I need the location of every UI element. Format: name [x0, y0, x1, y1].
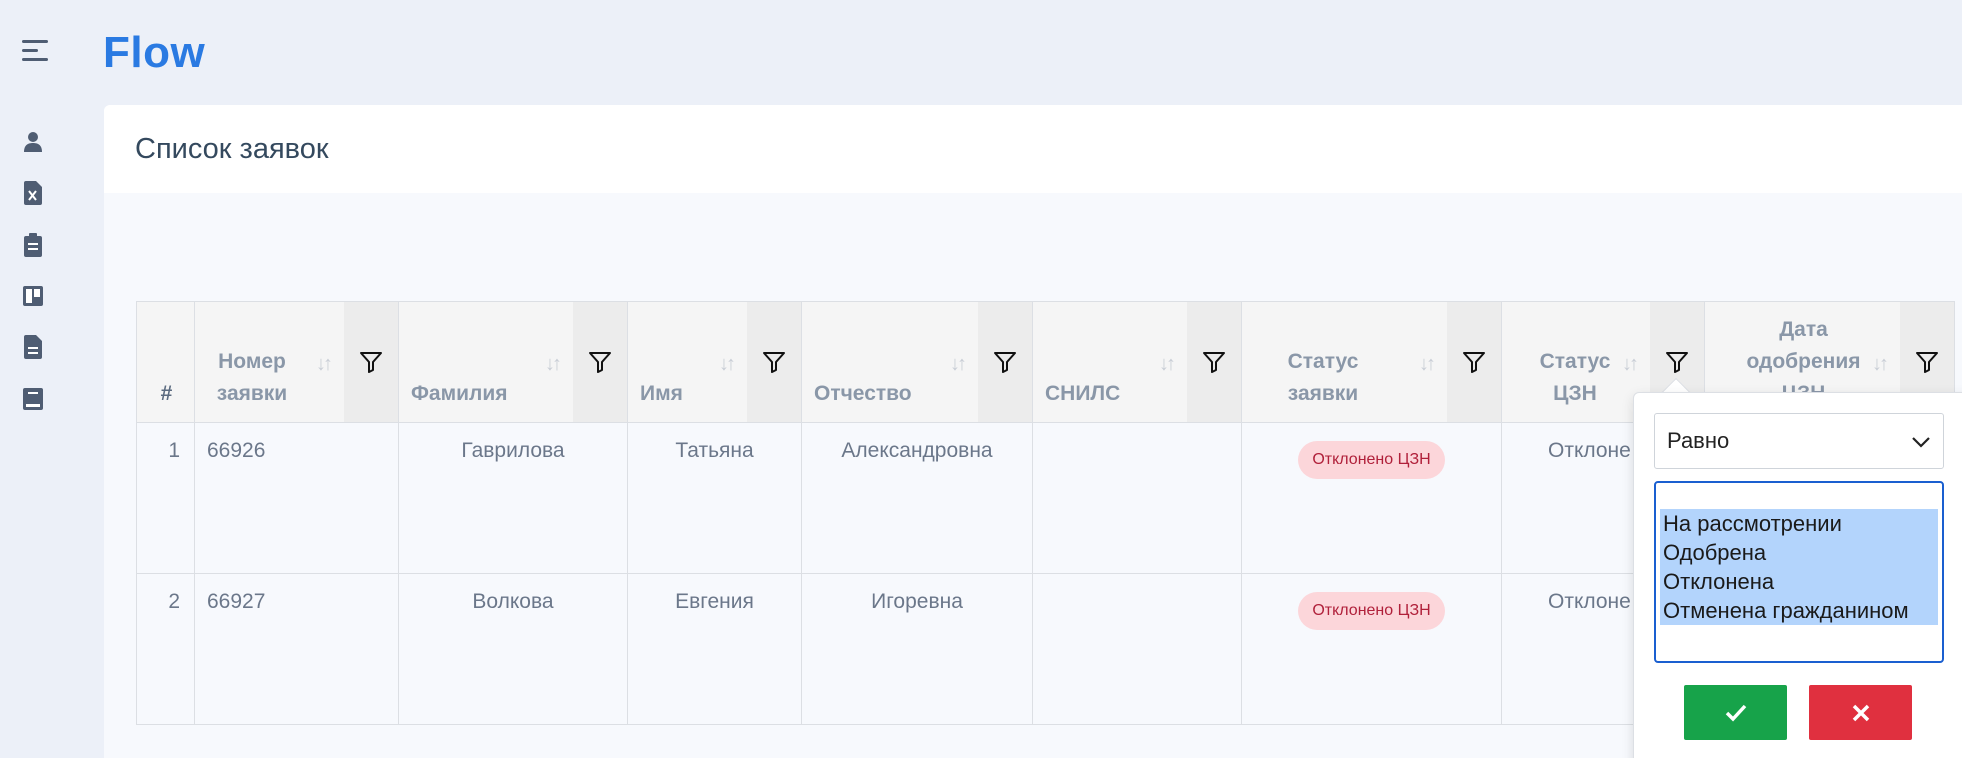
excel-file-icon[interactable]: [22, 181, 44, 205]
filter-operator-select[interactable]: Равно: [1654, 413, 1944, 469]
column-header-snils[interactable]: СНИЛС ↓↑: [1032, 301, 1242, 423]
user-icon[interactable]: [22, 130, 44, 154]
cell-last-name: Волкова: [398, 573, 628, 725]
menu-icon[interactable]: [22, 40, 50, 64]
filter-icon: [1916, 352, 1938, 373]
cell-index: 2: [136, 573, 195, 725]
column-label: Отчество: [814, 382, 912, 405]
cancel-filter-button[interactable]: [1809, 685, 1912, 740]
filter-option[interactable]: На рассмотрении: [1660, 509, 1938, 538]
sort-icon[interactable]: ↓↑: [545, 348, 562, 380]
filter-icon: [1666, 352, 1688, 373]
cell-status: Отклонено ЦЗН: [1241, 573, 1502, 725]
filter-option[interactable]: Отклонена: [1660, 567, 1938, 596]
page-title: Список заявок: [135, 132, 329, 165]
card-header: Список заявок: [104, 105, 1962, 193]
sort-icon[interactable]: ↓↑: [1622, 348, 1639, 380]
book-icon[interactable]: [22, 387, 44, 411]
filter-popup: Равно На рассмотрении Одобрена Отклонена…: [1633, 392, 1962, 758]
column-header-index: #: [136, 301, 195, 423]
board-icon[interactable]: [22, 284, 44, 308]
column-label: СНИЛС: [1045, 382, 1121, 405]
filter-button[interactable]: [978, 302, 1032, 422]
clipboard-icon[interactable]: [22, 233, 44, 257]
sort-icon[interactable]: ↓↑: [1159, 348, 1176, 380]
filter-icon: [1463, 352, 1485, 373]
filter-operator-value: Равно: [1667, 428, 1730, 453]
filter-icon: [763, 352, 785, 373]
filter-option[interactable]: Отменена гражданином: [1660, 596, 1938, 625]
apply-filter-button[interactable]: [1684, 685, 1787, 740]
column-header-patronymic[interactable]: Отчество ↓↑: [801, 301, 1033, 423]
brand-logo[interactable]: Flow: [103, 28, 205, 78]
filter-button[interactable]: [344, 302, 398, 422]
column-label: Статус ЦЗН: [1539, 350, 1611, 405]
cell-snils: [1032, 573, 1242, 725]
filter-option[interactable]: Одобрена: [1660, 538, 1938, 567]
cross-icon: [1852, 704, 1869, 721]
document-icon[interactable]: [22, 335, 44, 359]
sort-icon[interactable]: ↓↑: [1419, 348, 1436, 380]
cell-status: Отклонено ЦЗН: [1241, 422, 1502, 574]
cell-snils: [1032, 422, 1242, 574]
cell-index: 1: [136, 422, 195, 574]
cell-number: 66927: [194, 573, 399, 725]
column-header-number[interactable]: Номер заявки ↓↑: [194, 301, 399, 423]
sort-icon[interactable]: ↓↑: [719, 348, 736, 380]
sort-icon[interactable]: ↓↑: [1872, 348, 1889, 380]
cell-patronymic: Игоревна: [801, 573, 1033, 725]
filter-icon: [994, 352, 1016, 373]
column-label: Фамилия: [411, 382, 508, 405]
filter-icon: [1203, 352, 1225, 373]
cell-number: 66926: [194, 422, 399, 574]
filter-button[interactable]: [573, 302, 627, 422]
column-header-first-name[interactable]: Имя ↓↑: [627, 301, 802, 423]
filter-icon: [360, 352, 382, 373]
column-header-status[interactable]: Статус заявки ↓↑: [1241, 301, 1502, 423]
check-icon: [1725, 704, 1746, 722]
cell-last-name: Гаврилова: [398, 422, 628, 574]
filter-button[interactable]: [747, 302, 801, 422]
filter-icon: [589, 352, 611, 373]
sort-icon[interactable]: ↓↑: [316, 348, 333, 380]
filter-button[interactable]: [1447, 302, 1501, 422]
status-badge: Отклонено ЦЗН: [1298, 441, 1445, 479]
filter-button[interactable]: [1187, 302, 1241, 422]
column-label: Статус заявки: [1287, 350, 1359, 405]
column-label: Номер заявки: [216, 350, 288, 405]
status-badge: Отклонено ЦЗН: [1298, 592, 1445, 630]
column-header-last-name[interactable]: Фамилия ↓↑: [398, 301, 628, 423]
cell-first-name: Евгения: [627, 573, 802, 725]
filter-values-listbox[interactable]: На рассмотрении Одобрена Отклонена Отмен…: [1654, 481, 1944, 663]
cell-first-name: Татьяна: [627, 422, 802, 574]
sort-icon[interactable]: ↓↑: [950, 348, 967, 380]
cell-patronymic: Александровна: [801, 422, 1033, 574]
column-label: Имя: [640, 382, 683, 405]
chevron-down-icon: [1912, 437, 1930, 448]
